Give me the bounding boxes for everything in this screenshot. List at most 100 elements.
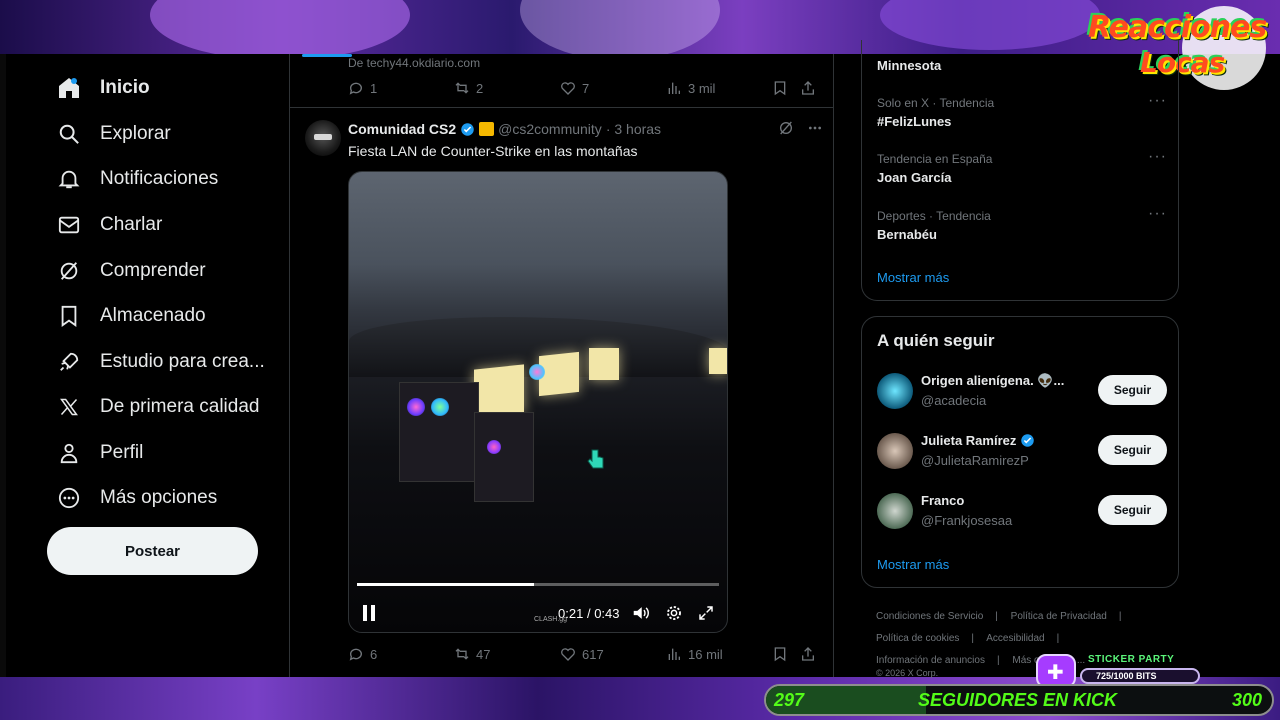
expand-icon bbox=[699, 606, 713, 620]
grok-explain-icon[interactable] bbox=[778, 120, 794, 136]
sidebar-item-label: Comprender bbox=[100, 260, 206, 281]
sidebar-item-label: De primera calidad bbox=[100, 396, 260, 417]
sidebar-item-premium[interactable]: De primera calidad bbox=[57, 387, 259, 427]
follow-button[interactable]: Seguir bbox=[1098, 375, 1167, 405]
sidebar-item-mas-opciones[interactable]: Más opciones bbox=[57, 478, 217, 518]
footer-link[interactable]: Accesibilidad bbox=[986, 633, 1044, 644]
sidebar-item-notificaciones[interactable]: Notificaciones bbox=[57, 159, 218, 199]
views-icon bbox=[668, 82, 680, 94]
follow-suggestion[interactable]: Julieta Ramírez @JulietaRamirezP Seguir bbox=[877, 433, 1167, 473]
more-options-icon[interactable] bbox=[806, 120, 824, 136]
bookmark-icon bbox=[774, 647, 786, 662]
trends-show-more-link[interactable]: Mostrar más bbox=[877, 270, 949, 285]
previous-tweet-actions: 1 2 7 3 mil bbox=[348, 78, 816, 98]
sidebar-nav: Inicio Explorar Notificaciones Charlar C… bbox=[47, 54, 287, 677]
tweet-tools bbox=[778, 120, 824, 136]
sidebar-item-estudio[interactable]: Estudio para crea... bbox=[57, 342, 265, 382]
suggestion-name-row: Julieta Ramírez bbox=[921, 433, 1035, 448]
sidebar-item-label: Charlar bbox=[100, 214, 163, 235]
sidebar-item-label: Notificaciones bbox=[100, 168, 219, 189]
person-icon bbox=[57, 441, 81, 465]
trend-more-icon[interactable]: ··· bbox=[1148, 205, 1167, 223]
retweet-button[interactable]: 2 bbox=[454, 80, 560, 96]
author-name[interactable]: Comunidad CS2 bbox=[348, 121, 456, 137]
video-scene-monitor bbox=[539, 351, 579, 397]
video-watermark: CLASH.gg bbox=[534, 616, 568, 623]
avatar[interactable] bbox=[877, 493, 913, 529]
timeline-feed: De techy44.okdiario.com 1 2 7 3 mil Comu… bbox=[289, 54, 834, 677]
avatar[interactable] bbox=[877, 373, 913, 409]
reply-button[interactable]: 6 bbox=[348, 646, 454, 662]
hand-cursor-icon bbox=[587, 449, 604, 469]
like-button[interactable]: 7 bbox=[560, 80, 666, 96]
views-button[interactable]: 16 mil bbox=[666, 646, 772, 662]
bookmark-button[interactable] bbox=[772, 646, 800, 662]
author-avatar[interactable] bbox=[305, 120, 341, 156]
footer-link[interactable]: Condiciones de Servicio bbox=[876, 611, 983, 622]
sidebar-item-inicio[interactable]: Inicio bbox=[57, 68, 150, 108]
video-scene-monitor bbox=[709, 348, 727, 374]
video-duration: 0:43 bbox=[594, 606, 620, 621]
settings-button[interactable] bbox=[663, 602, 685, 624]
avatar[interactable] bbox=[877, 433, 913, 469]
trend-name: #FelizLunes bbox=[877, 114, 952, 129]
trend-item[interactable]: Deportes · Tendencia Bernabéu ··· bbox=[877, 205, 1167, 242]
follow-show-more-link[interactable]: Mostrar más bbox=[877, 557, 949, 572]
trend-item[interactable]: Tendencia en España Joan García ··· bbox=[877, 148, 1167, 185]
share-button[interactable] bbox=[800, 80, 816, 96]
video-controls: 0:21 / 0:43 CLASH.gg bbox=[349, 598, 727, 628]
suggestion-handle: @JulietaRamirezP bbox=[921, 453, 1029, 468]
footer-link[interactable]: Información de anuncios bbox=[876, 655, 985, 666]
footer-link[interactable]: Política de cookies bbox=[876, 633, 959, 644]
like-button[interactable]: 617 bbox=[560, 646, 666, 662]
retweet-button[interactable]: 47 bbox=[454, 646, 560, 662]
verified-badge-icon bbox=[1021, 434, 1035, 447]
fullscreen-button[interactable] bbox=[695, 602, 717, 624]
retweet-count: 47 bbox=[476, 646, 491, 662]
previous-tweet-source: De techy44.okdiario.com bbox=[348, 56, 481, 70]
suggestion-handle: @Frankjosesaa bbox=[921, 513, 1013, 528]
sticker-progress-bar: 725/1000 BITS bbox=[1080, 668, 1200, 684]
follow-button[interactable]: Seguir bbox=[1098, 495, 1167, 525]
volume-button[interactable] bbox=[630, 602, 652, 624]
trend-item[interactable]: Solo en X · Tendencia #FelizLunes ··· bbox=[877, 92, 1167, 129]
views-button[interactable]: 3 mil bbox=[666, 80, 772, 96]
video-scene-fan bbox=[431, 398, 449, 416]
sidebar-item-comprender[interactable]: Comprender bbox=[57, 251, 206, 291]
video-scene-fan bbox=[407, 398, 425, 416]
reply-button[interactable]: 1 bbox=[348, 80, 454, 96]
follow-suggestion[interactable]: Franco @Frankjosesaa Seguir bbox=[877, 493, 1167, 533]
sidebar-item-label: Estudio para crea... bbox=[100, 351, 265, 372]
follow-suggestion[interactable]: Origen alienígena. 👽... @acadecia Seguir bbox=[877, 373, 1167, 413]
who-to-follow-panel: A quién seguir Origen alienígena. 👽... @… bbox=[861, 316, 1179, 588]
author-handle[interactable]: @cs2community bbox=[498, 121, 602, 137]
sidebar-item-perfil[interactable]: Perfil bbox=[57, 433, 143, 473]
tweet-header: Comunidad CS2 @cs2community · 3 horas bbox=[348, 121, 661, 137]
search-icon bbox=[57, 122, 81, 146]
bell-icon bbox=[57, 167, 81, 191]
trend-meta: Deportes · Tendencia bbox=[877, 209, 991, 223]
trend-more-icon[interactable]: ··· bbox=[1148, 148, 1167, 166]
sidebar-item-label: Perfil bbox=[100, 442, 144, 463]
footer-copyright: © 2026 X Corp. bbox=[876, 668, 939, 678]
rocket-icon bbox=[57, 350, 81, 374]
post-button[interactable]: Postear bbox=[47, 527, 258, 575]
video-player[interactable]: 0:21 / 0:43 CLASH.gg bbox=[348, 171, 728, 633]
sidebar-item-almacenado[interactable]: Almacenado bbox=[57, 296, 206, 336]
trend-item[interactable]: Minnesota bbox=[877, 58, 1167, 73]
sidebar-item-explorar[interactable]: Explorar bbox=[57, 114, 171, 154]
retweet-icon bbox=[455, 82, 469, 94]
trend-more-icon[interactable]: ··· bbox=[1148, 92, 1167, 110]
heart-icon bbox=[561, 648, 575, 661]
sidebar-item-charlar[interactable]: Charlar bbox=[57, 205, 162, 245]
bookmark-button[interactable] bbox=[772, 80, 800, 96]
heart-plus-icon: ✚ bbox=[1036, 654, 1076, 688]
video-scene-fan bbox=[487, 440, 501, 454]
heart-icon bbox=[561, 82, 575, 95]
pause-icon bbox=[363, 605, 375, 621]
follow-button[interactable]: Seguir bbox=[1098, 435, 1167, 465]
tweet-time[interactable]: · 3 horas bbox=[606, 121, 661, 137]
share-button[interactable] bbox=[800, 646, 816, 662]
pause-button[interactable] bbox=[358, 602, 380, 624]
footer-link[interactable]: Política de Privacidad bbox=[1011, 611, 1107, 622]
